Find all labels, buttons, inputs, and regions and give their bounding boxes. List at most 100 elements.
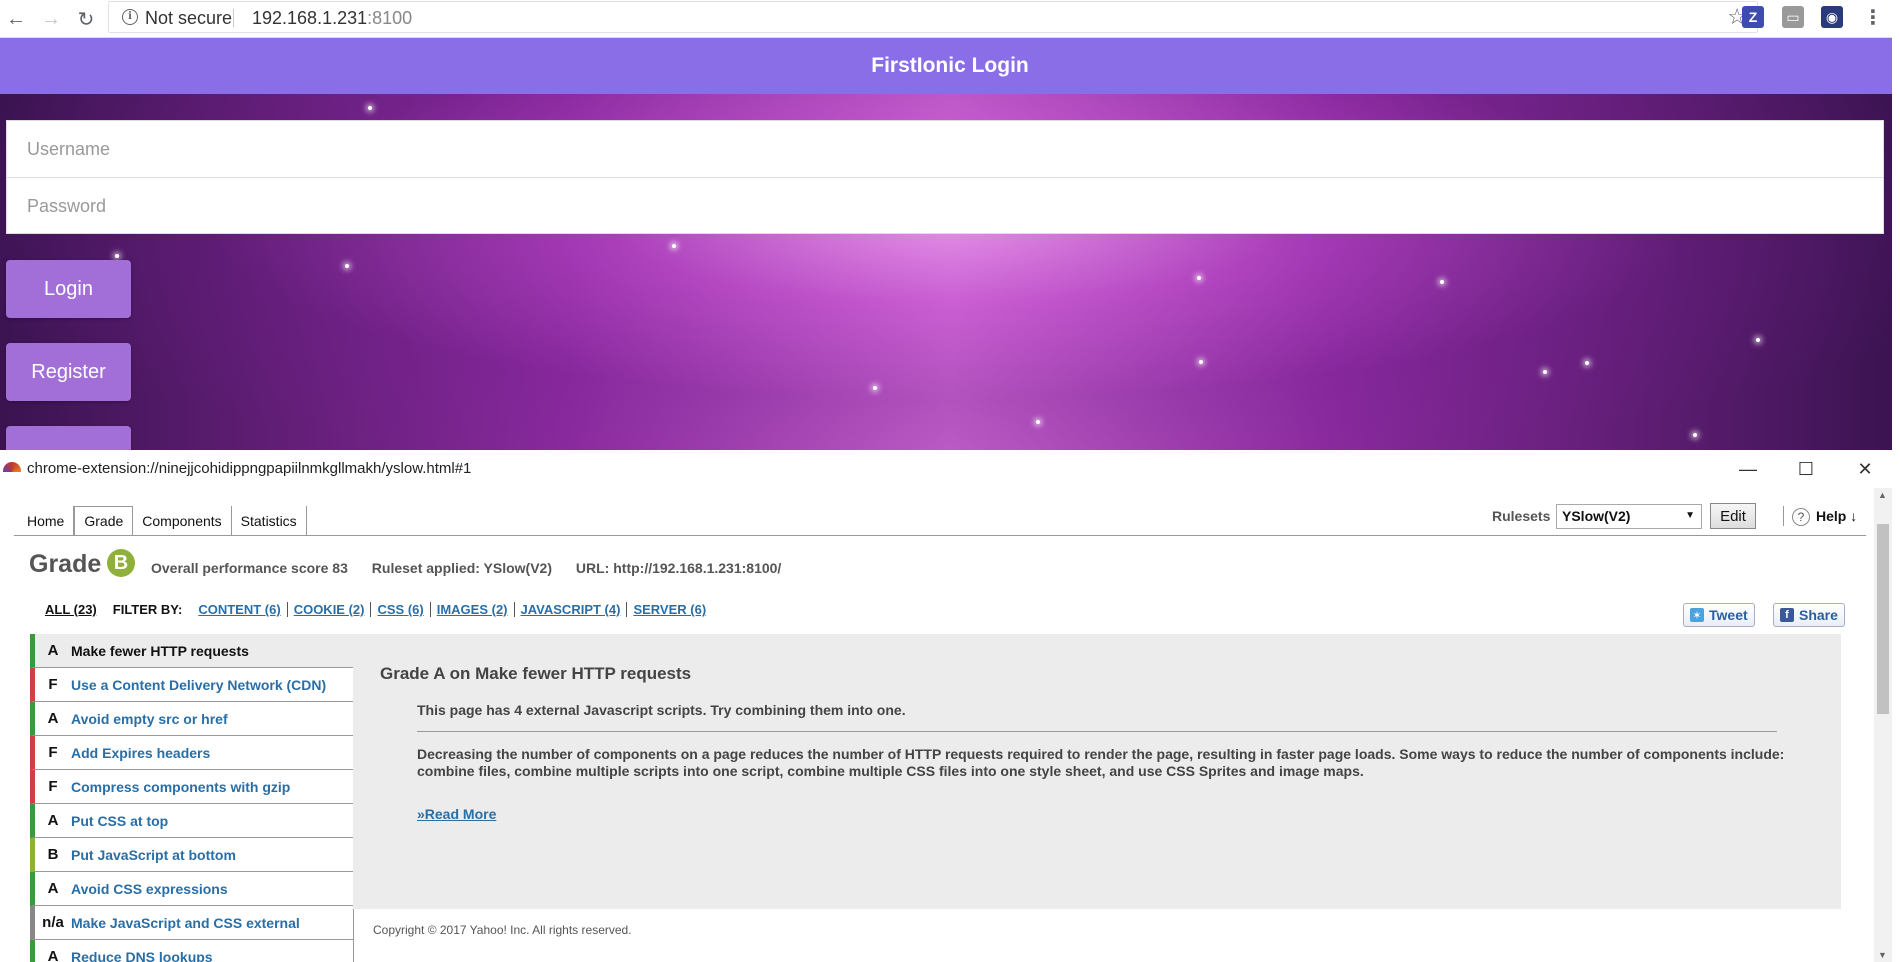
rule-item[interactable]: A Avoid CSS expressions (30, 872, 354, 906)
yslow-popup-window: chrome-extension://ninejjcohidippngpapii… (0, 450, 1900, 962)
extension-icon[interactable]: ▭ (1782, 6, 1804, 28)
grade-badge: B (107, 549, 135, 577)
rule-grade: n/a (42, 914, 64, 931)
filter-all[interactable]: ALL (23) (45, 602, 97, 617)
rule-grade: A (47, 812, 59, 829)
tab-statistics[interactable]: Statistics (232, 506, 307, 536)
filter-bar: ALL (23) FILTER BY: CONTENT (6) COOKIE (… (45, 602, 712, 617)
yslow-extension-icon[interactable]: ◉ (1821, 6, 1843, 28)
rule-item[interactable]: F Use a Content Delivery Network (CDN) (30, 668, 354, 702)
info-icon[interactable]: i (122, 9, 138, 25)
page-scrollbar-edge (1892, 0, 1900, 962)
grade-summary: Overall performance score 83 Ruleset app… (151, 560, 801, 576)
tweet-label: Tweet (1709, 607, 1748, 623)
background-star (1440, 280, 1444, 284)
ruleset-select[interactable]: YSlow(V2) (1556, 504, 1702, 529)
popup-scrollbar[interactable]: ▲ ▼ (1874, 488, 1892, 962)
partial-button[interactable] (6, 426, 131, 450)
edit-button[interactable]: Edit (1710, 503, 1756, 529)
browser-toolbar: ← → ↻ i Not secure 192.168.1.231:8100 ☆ … (0, 0, 1900, 38)
background-star (1036, 420, 1040, 424)
background-star (1543, 370, 1547, 374)
detail-message: This page has 4 external Javascript scri… (417, 702, 906, 718)
tab-home[interactable]: Home (18, 506, 75, 536)
username-field[interactable] (7, 121, 1883, 178)
rule-title: Reduce DNS lookups (71, 948, 213, 962)
back-icon[interactable]: ← (2, 5, 30, 33)
rule-item[interactable]: F Add Expires headers (30, 736, 354, 770)
address-divider (233, 9, 234, 27)
overall-score: Overall performance score 83 (151, 560, 348, 576)
detail-divider (417, 731, 1777, 732)
forward-icon[interactable]: → (37, 5, 65, 33)
filter-content[interactable]: CONTENT (6) (198, 602, 286, 617)
maximize-icon[interactable]: ☐ (1786, 454, 1826, 484)
register-button[interactable]: Register (6, 343, 131, 401)
rule-grade: A (47, 948, 59, 962)
filter-server[interactable]: SERVER (6) (626, 602, 712, 617)
filter-javascript[interactable]: JAVASCRIPT (4) (513, 602, 627, 617)
help-question-icon[interactable]: ? (1792, 508, 1810, 526)
facebook-share-button[interactable]: f Share (1773, 603, 1845, 627)
minimize-icon[interactable]: — (1728, 454, 1768, 484)
help-divider (1783, 506, 1784, 526)
reload-icon[interactable]: ↻ (72, 5, 100, 33)
zotero-extension-icon[interactable]: Z (1742, 6, 1764, 28)
background-star (368, 106, 372, 110)
rule-grade: A (47, 710, 59, 727)
scroll-up-icon[interactable]: ▲ (1878, 490, 1887, 500)
detail-description: Decreasing the number of components on a… (417, 746, 1785, 779)
detail-title: Grade A on Make fewer HTTP requests (380, 664, 692, 683)
rule-title: Compress components with gzip (71, 778, 291, 795)
grade-title: Grade (29, 550, 102, 578)
rule-title: Make JavaScript and CSS external (71, 914, 300, 931)
help-menu[interactable]: Help ↓ (1816, 508, 1857, 524)
tweet-button[interactable]: ✶ Tweet (1683, 603, 1755, 627)
rule-grade: A (47, 880, 59, 897)
popup-title: chrome-extension://ninejjcohidippngpapii… (27, 460, 472, 477)
menu-icon[interactable]: ⋮ (1862, 6, 1884, 29)
password-field[interactable] (7, 178, 1883, 235)
yslow-tabs: Home Grade Components Statistics (18, 506, 307, 536)
url-port: :8100 (367, 8, 413, 28)
rule-item[interactable]: n/a Make JavaScript and CSS external (30, 906, 354, 940)
login-button[interactable]: Login (6, 260, 131, 318)
rule-title: Make fewer HTTP requests (71, 642, 249, 659)
background-star (345, 264, 349, 268)
filter-cookie[interactable]: COOKIE (2) (286, 602, 371, 617)
rulesets-label: Rulesets (1492, 508, 1551, 524)
popup-titlebar: chrome-extension://ninejjcohidippngpapii… (0, 450, 1900, 488)
rule-grade: A (47, 642, 59, 659)
username-input[interactable] (27, 138, 1883, 160)
rule-item[interactable]: F Compress components with gzip (30, 770, 354, 804)
tab-grade[interactable]: Grade (74, 506, 134, 536)
background-star (1199, 360, 1203, 364)
url-text[interactable]: 192.168.1.231:8100 (252, 8, 412, 29)
scroll-thumb[interactable] (1877, 524, 1889, 714)
filter-css[interactable]: CSS (6) (370, 602, 429, 617)
rule-item[interactable]: A Make fewer HTTP requests (30, 634, 354, 668)
scroll-down-icon[interactable]: ▼ (1878, 950, 1887, 960)
filter-images[interactable]: IMAGES (2) (429, 602, 514, 617)
background-star (672, 244, 676, 248)
rule-title: Add Expires headers (71, 744, 211, 761)
share-label: Share (1799, 607, 1838, 623)
rule-title: Avoid empty src or href (71, 710, 228, 727)
rule-item[interactable]: A Avoid empty src or href (30, 702, 354, 736)
password-input[interactable] (27, 196, 1883, 217)
close-icon[interactable]: ✕ (1845, 454, 1885, 484)
filter-by-label: FILTER BY: (112, 602, 183, 617)
twitter-icon: ✶ (1690, 608, 1704, 622)
rule-grade: F (48, 778, 58, 795)
rule-grade: F (48, 744, 58, 761)
address-bar[interactable]: i Not secure 192.168.1.231:8100 ☆ (108, 1, 1758, 33)
ionic-app: FirstIonic Login Login Register (0, 38, 1900, 450)
rule-item[interactable]: B Put JavaScript at bottom (30, 838, 354, 872)
tab-components[interactable]: Components (133, 506, 232, 536)
rule-item[interactable]: A Reduce DNS lookups (30, 940, 354, 962)
background-star (1693, 433, 1697, 437)
background-star (1756, 338, 1760, 342)
rule-item[interactable]: A Put CSS at top (30, 804, 354, 838)
read-more-link[interactable]: »Read More (417, 806, 496, 822)
rule-grade: B (47, 846, 59, 863)
